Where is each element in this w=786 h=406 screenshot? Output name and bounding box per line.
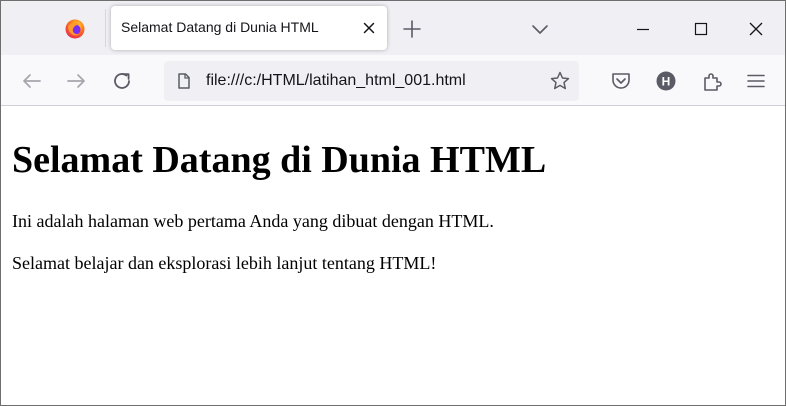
tab-separator xyxy=(105,9,106,47)
tab-active[interactable]: Selamat Datang di Dunia HTML xyxy=(111,6,387,50)
account-initial: H xyxy=(662,74,671,88)
close-icon[interactable] xyxy=(742,15,770,43)
reload-icon[interactable] xyxy=(110,69,134,93)
page-icon xyxy=(175,72,193,90)
browser-window: Selamat Datang di Dunia HTML file:///c:/… xyxy=(0,0,786,406)
url-input[interactable]: file:///c:/HTML/latihan_html_001.html xyxy=(206,72,466,90)
extensions-icon[interactable] xyxy=(700,69,724,93)
hamburger-menu-icon[interactable] xyxy=(744,69,768,93)
page-content: Selamat Datang di Dunia HTML Ini adalah … xyxy=(1,107,785,405)
back-arrow-icon[interactable] xyxy=(20,69,44,93)
page-heading: Selamat Datang di Dunia HTML xyxy=(12,139,547,181)
firefox-icon[interactable] xyxy=(64,18,86,40)
star-icon[interactable] xyxy=(549,70,571,92)
chevron-down-icon[interactable] xyxy=(529,18,551,40)
tab-title: Selamat Datang di Dunia HTML xyxy=(121,19,319,35)
minimize-icon[interactable] xyxy=(629,15,657,43)
address-bar[interactable]: file:///c:/HTML/latihan_html_001.html xyxy=(164,61,579,101)
close-icon[interactable] xyxy=(361,20,377,36)
maximize-icon[interactable] xyxy=(687,15,715,43)
plus-icon[interactable] xyxy=(401,18,423,40)
tab-strip: Selamat Datang di Dunia HTML xyxy=(1,1,785,55)
forward-arrow-icon[interactable] xyxy=(64,69,88,93)
paragraph-intro: Ini adalah halaman web pertama Anda yang… xyxy=(12,211,494,231)
paragraph-closing: Selamat belajar dan eksplorasi lebih lan… xyxy=(12,253,437,273)
pocket-icon[interactable] xyxy=(609,69,633,93)
account-icon[interactable]: H xyxy=(654,69,678,93)
navigation-toolbar: file:///c:/HTML/latihan_html_001.html H xyxy=(1,55,785,106)
